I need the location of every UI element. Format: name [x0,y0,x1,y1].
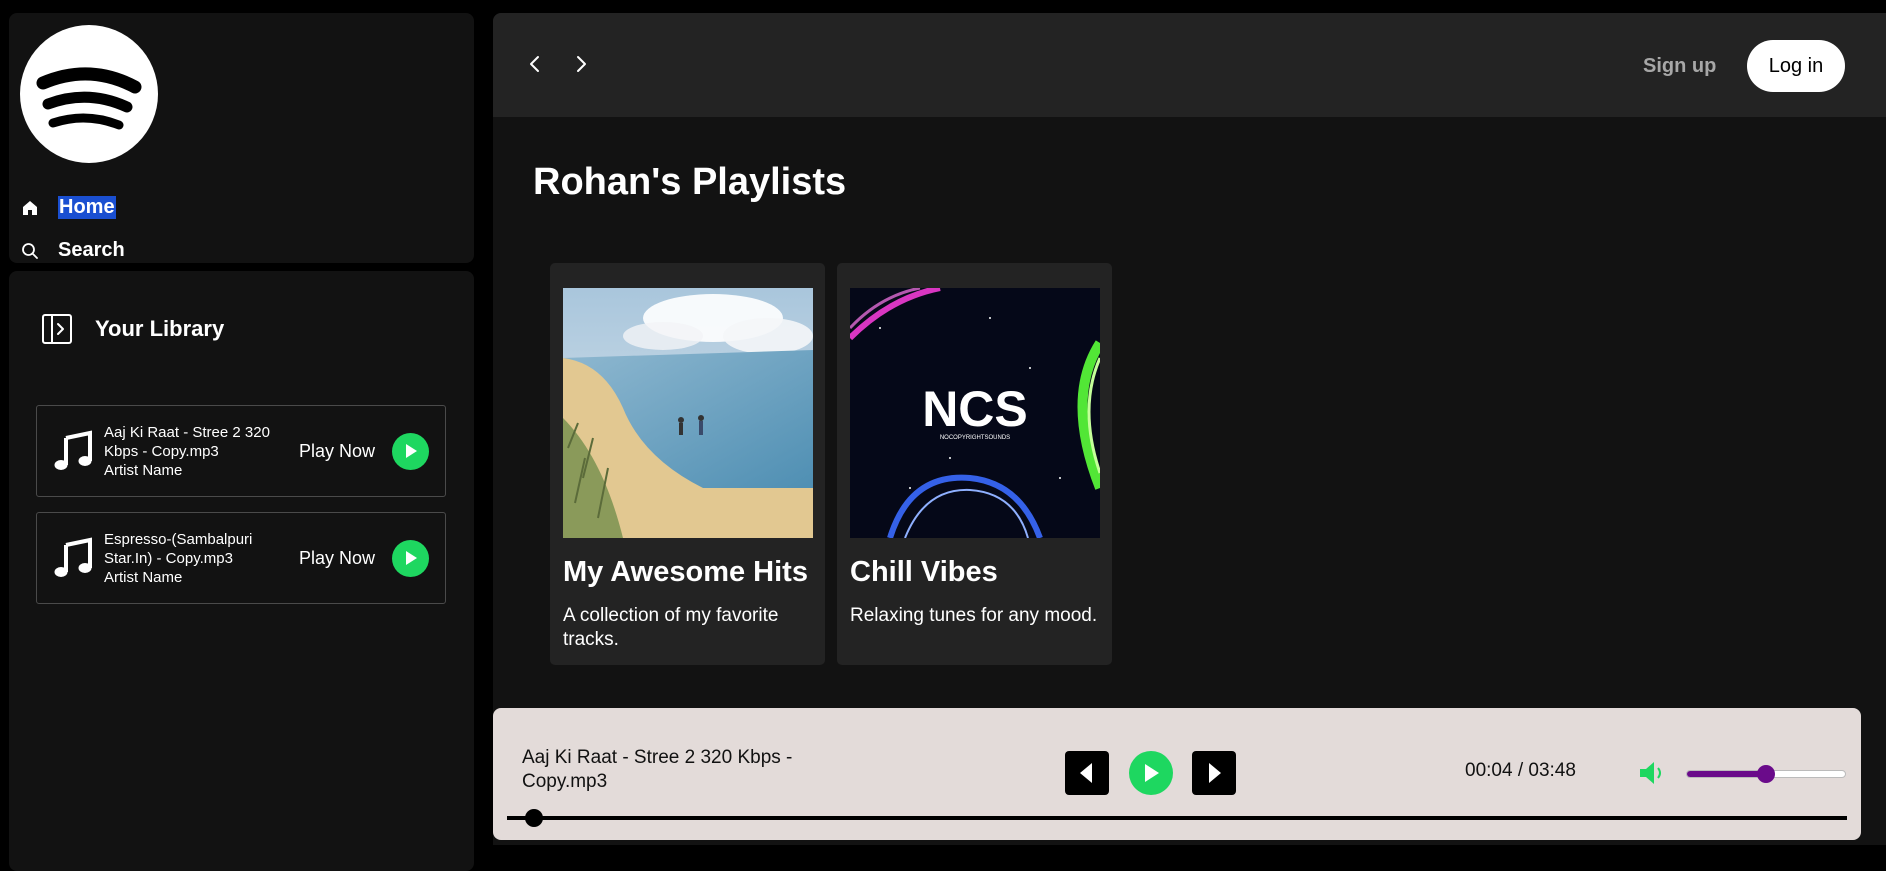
song-info: Espresso-(Sambalpuri Star.In) - Copy.mp3… [104,530,279,587]
nav-search-label: Search [58,239,125,261]
playlist-description: Relaxing tunes for any mood. [850,605,1098,626]
playbar: Aaj Ki Raat - Stree 2 320 Kbps - Copy.mp… [493,708,1861,840]
play-now-button[interactable]: Play Now [298,432,429,470]
volume-thumb[interactable] [1757,765,1775,783]
signup-button[interactable]: Sign up [1643,55,1716,78]
ncs-cover-subtext: NOCOPYRIGHTSOUNDS [940,435,1010,441]
seek-bar[interactable] [507,809,1847,827]
play-icon [1145,764,1159,782]
song-title: Aaj Ki Raat - Stree 2 320 Kbps - Copy.mp… [104,423,270,460]
playlist-title: My Awesome Hits [563,556,808,588]
playlist-card[interactable]: My Awesome Hits A collection of my favor… [550,263,825,665]
forward-arrow-icon[interactable] [571,53,591,75]
song-artist: Artist Name [104,461,183,479]
play-now-label: Play Now [298,440,375,461]
volume-slider[interactable] [1686,765,1846,783]
play-icon[interactable] [392,539,429,577]
ncs-cover-text: NCS [922,381,1028,437]
play-now-label: Play Now [298,547,375,568]
song-title: Espresso-(Sambalpuri Star.In) - Copy.mp3 [104,530,253,567]
library-panel: Your Library Aaj Ki Raat - Stree 2 320 K… [9,271,474,871]
play-button[interactable] [1129,751,1173,795]
play-now-button[interactable]: Play Now [298,539,429,577]
previous-button[interactable] [1065,751,1109,795]
next-button[interactable] [1192,751,1236,795]
volume-fill [1687,771,1766,777]
spotify-logo[interactable] [20,25,158,163]
top-bar: Sign up Log in [493,13,1886,117]
library-title: Your Library [95,316,225,341]
seek-thumb[interactable] [524,809,543,827]
main-content: Sign up Log in Rohan's Playlists My Awes… [493,13,1886,845]
volume-icon[interactable] [1636,757,1668,789]
song-artist: Artist Name [104,568,183,586]
library-song-item[interactable]: Aaj Ki Raat - Stree 2 320 Kbps - Copy.mp… [36,405,446,497]
now-playing-title: Aaj Ki Raat - Stree 2 320 Kbps - Copy.mp… [522,747,793,792]
playlist-cover-image: NCS NOCOPYRIGHTSOUNDS [850,288,1100,538]
next-icon [1209,763,1221,783]
back-arrow-icon[interactable] [525,53,545,75]
library-icon [41,313,73,345]
home-icon [20,198,40,218]
play-icon[interactable] [392,432,429,470]
nav-home[interactable]: Home [20,196,116,219]
page-title: Rohan's Playlists [533,161,847,203]
playlist-cover-image [563,288,813,538]
music-note-icon [52,430,94,472]
playlist-card[interactable]: NCS NOCOPYRIGHTSOUNDS Chill Vibes Relaxi… [837,263,1112,665]
nav-search[interactable]: Search [20,239,125,262]
previous-icon [1080,763,1092,783]
playback-time: 00:04 / 03:48 [1465,760,1576,781]
nav-panel: Home Search [9,13,474,263]
music-note-icon [52,537,94,579]
nav-home-label: Home [58,196,116,219]
song-info: Aaj Ki Raat - Stree 2 320 Kbps - Copy.mp… [104,423,279,480]
playlist-title: Chill Vibes [850,556,998,588]
library-song-item[interactable]: Espresso-(Sambalpuri Star.In) - Copy.mp3… [36,512,446,604]
library-header[interactable]: Your Library [41,313,224,345]
playlist-description: A collection of my favorite tracks. [563,605,779,650]
login-button[interactable]: Log in [1747,40,1845,92]
search-icon [20,241,40,261]
